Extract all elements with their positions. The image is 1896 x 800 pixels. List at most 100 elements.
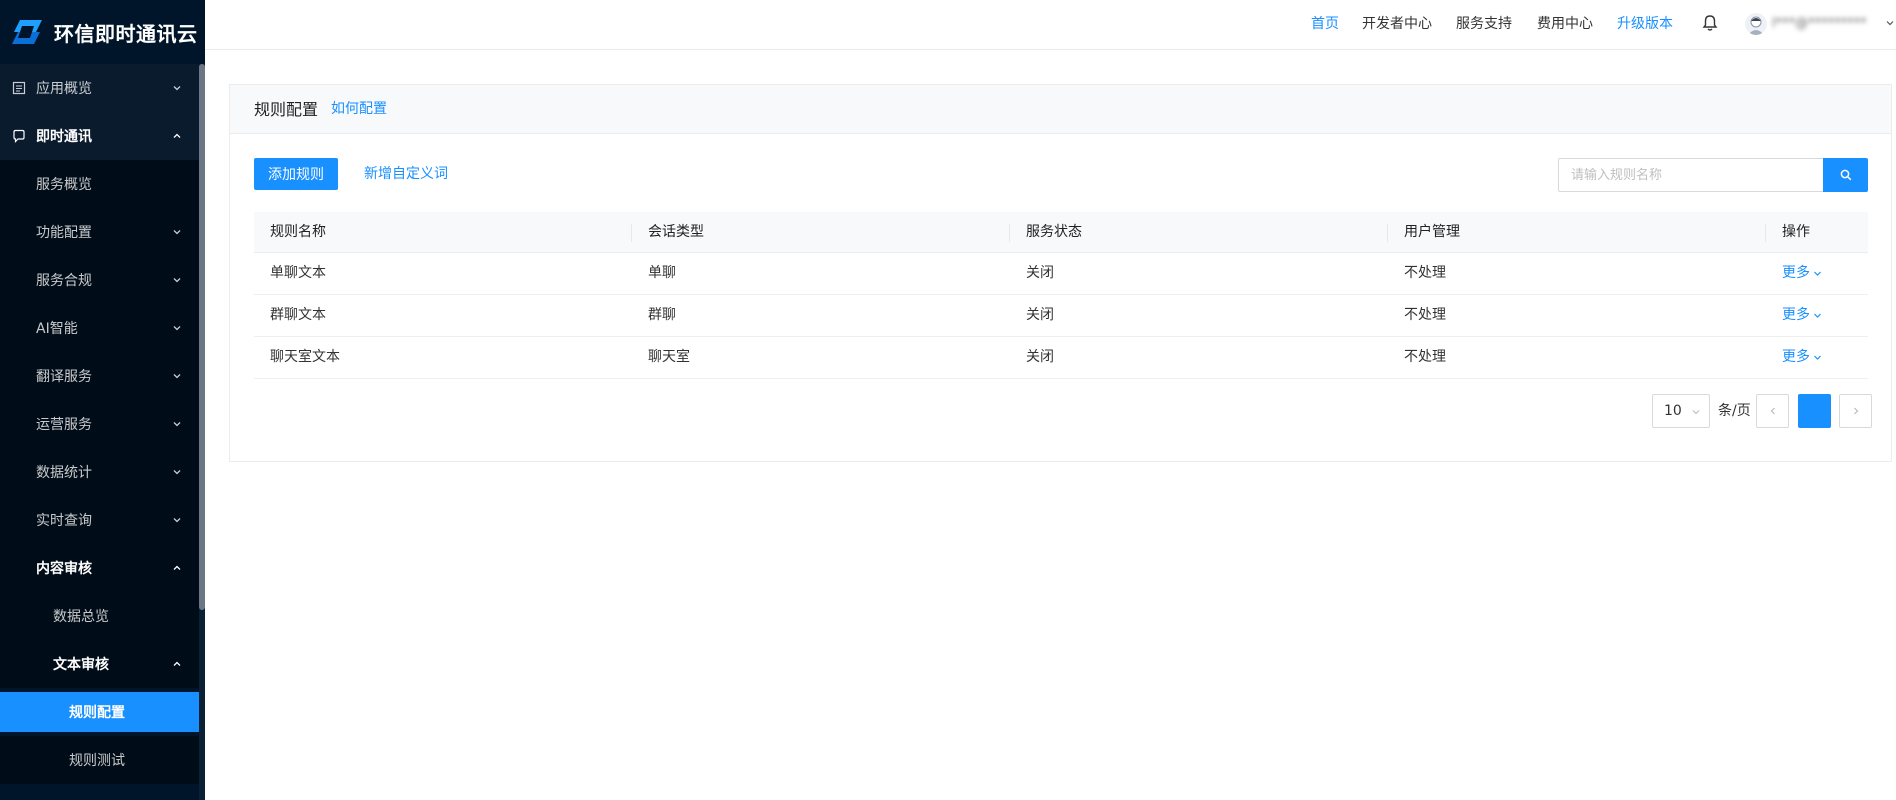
actions-cell: 更多	[1766, 253, 1868, 294]
sidebar-item-feature-config[interactable]: 功能配置	[0, 208, 199, 256]
page-size-value: 10	[1664, 403, 1682, 419]
sidebar-scrollbar-thumb[interactable]	[199, 64, 205, 610]
sidebar-item-label: 运营服务	[36, 417, 92, 433]
brand-name: 环信即时通讯云	[54, 21, 198, 46]
sidebar-item-compliance[interactable]: 服务合规	[0, 256, 199, 304]
table-row: 单聊文本 单聊 关闭 不处理 更多	[254, 253, 1868, 295]
sidebar-item-label: 内容审核	[36, 561, 92, 577]
search-button[interactable]	[1823, 158, 1868, 192]
chevron-up-icon	[173, 565, 181, 570]
table-row: 聊天室文本 聊天室 关闭 不处理 更多	[254, 337, 1868, 379]
chevron-down-icon	[173, 230, 181, 235]
avatar[interactable]	[1745, 13, 1767, 35]
page-title: 规则配置	[254, 100, 319, 119]
chevron-down-icon	[1692, 410, 1700, 415]
rule-config-card: 规则配置 如何配置 添加规则 新增自定义词 规则名称 会话类型 服务状态 用户管…	[229, 84, 1892, 462]
sidebar-item-label: 服务概览	[36, 177, 92, 193]
sidebar-item-label: 服务合规	[36, 273, 92, 289]
app-overview-icon	[12, 81, 26, 95]
chevron-down-icon	[1814, 313, 1821, 318]
user-management-cell: 不处理	[1404, 307, 1446, 323]
page-number-button[interactable]	[1798, 394, 1831, 428]
session-type-cell: 聊天室	[648, 349, 690, 365]
service-status-cell: 关闭	[1026, 349, 1054, 365]
sidebar-item-label: 规则配置	[69, 705, 125, 721]
nav-service-support-link[interactable]: 服务支持	[1456, 0, 1512, 48]
user-management-cell: 不处理	[1404, 349, 1446, 365]
sidebar-item-operations[interactable]: 运营服务	[0, 400, 199, 448]
nav-home-link[interactable]: 首页	[1311, 0, 1339, 48]
chevron-down-icon	[173, 518, 181, 523]
per-page-label: 条/页	[1718, 403, 1751, 419]
nav-upgrade-link[interactable]: 升级版本	[1617, 0, 1673, 48]
sidebar-item-service-overview[interactable]: 服务概览	[0, 160, 199, 208]
chevron-down-icon	[173, 374, 181, 379]
sidebar-item-label: 文本审核	[53, 657, 109, 673]
nav-developer-center-link[interactable]: 开发者中心	[1362, 0, 1432, 48]
sidebar-scrollbar[interactable]	[199, 64, 205, 800]
bell-icon[interactable]	[1702, 14, 1718, 32]
chevron-left-icon	[1770, 407, 1775, 415]
chevron-down-icon	[173, 470, 181, 475]
sidebar: 环信即时通讯云 应用概览 即时通讯 服务概览 功能配置 服务合规 AI智能 翻译…	[0, 0, 205, 800]
rules-table: 规则名称 会话类型 服务状态 用户管理 操作 单聊文本 单聊 关闭 不处理 更多…	[254, 212, 1868, 379]
more-actions-dropdown[interactable]: 更多	[1782, 253, 1822, 294]
add-custom-word-button[interactable]: 新增自定义词	[364, 158, 448, 190]
column-header-session-type: 会话类型	[632, 212, 1010, 252]
more-actions-dropdown[interactable]: 更多	[1782, 337, 1822, 378]
user-management-cell: 不处理	[1404, 265, 1446, 281]
chevron-down-icon	[1814, 271, 1821, 276]
username[interactable]: l***@*********	[1772, 0, 1867, 48]
sidebar-item-rule-test[interactable]: 规则测试	[0, 736, 199, 784]
sidebar-item-label: 实时查询	[36, 513, 92, 529]
actions-cell: 更多	[1766, 295, 1868, 336]
sidebar-item-realtime-query[interactable]: 实时查询	[0, 496, 199, 544]
column-header-service-status: 服务状态	[1010, 212, 1388, 252]
session-type-cell: 单聊	[648, 265, 676, 281]
brand[interactable]: 环信即时通讯云	[0, 0, 205, 64]
more-actions-dropdown[interactable]: 更多	[1782, 295, 1822, 336]
chevron-down-icon[interactable]	[1885, 18, 1895, 28]
sidebar-item-content-moderation[interactable]: 内容审核	[0, 544, 199, 592]
sidebar-item-label: AI智能	[36, 321, 78, 337]
sidebar-item-label: 翻译服务	[36, 369, 92, 385]
chevron-down-icon	[1814, 355, 1821, 360]
session-type-cell: 群聊	[648, 307, 676, 323]
sidebar-item-im[interactable]: 即时通讯	[0, 112, 199, 160]
sidebar-item-app-overview[interactable]: 应用概览	[0, 64, 199, 112]
service-status-cell: 关闭	[1026, 265, 1054, 281]
sidebar-item-text-moderation[interactable]: 文本审核	[0, 640, 199, 688]
chevron-up-icon	[173, 133, 181, 138]
sidebar-item-data-overview[interactable]: 数据总览	[0, 592, 199, 640]
prev-page-button[interactable]	[1756, 394, 1789, 428]
column-header-rule-name: 规则名称	[254, 212, 632, 252]
brand-logo-icon	[12, 20, 42, 44]
next-page-button[interactable]	[1839, 394, 1872, 428]
chevron-up-icon	[173, 661, 181, 666]
how-to-config-link[interactable]: 如何配置	[331, 85, 387, 134]
chevron-down-icon	[173, 278, 181, 283]
page-size-select[interactable]: 10	[1652, 394, 1710, 428]
nav-billing-center-link[interactable]: 费用中心	[1537, 0, 1593, 48]
table-header: 规则名称 会话类型 服务状态 用户管理 操作	[254, 212, 1868, 253]
sidebar-item-translation[interactable]: 翻译服务	[0, 352, 199, 400]
chevron-right-icon	[1853, 407, 1858, 415]
rule-name-cell: 单聊文本	[270, 265, 326, 281]
column-header-user-management: 用户管理	[1388, 212, 1766, 252]
chat-bubble-icon	[13, 129, 25, 143]
rule-name-cell: 聊天室文本	[270, 349, 340, 365]
rule-name-cell: 群聊文本	[270, 307, 326, 323]
card-header: 规则配置 如何配置	[230, 85, 1891, 134]
add-rule-button[interactable]: 添加规则	[254, 158, 338, 190]
sidebar-item-label: 数据总览	[53, 609, 109, 625]
top-navbar: 首页 开发者中心 服务支持 费用中心 升级版本 l***@*********	[205, 0, 1896, 50]
search-icon	[1840, 169, 1851, 181]
sidebar-item-label: 功能配置	[36, 225, 92, 241]
user-avatar-icon	[1748, 16, 1764, 35]
chevron-down-icon	[173, 326, 181, 331]
sidebar-item-label: 即时通讯	[36, 129, 92, 145]
rule-name-search-input[interactable]	[1558, 158, 1823, 192]
sidebar-item-ai[interactable]: AI智能	[0, 304, 199, 352]
sidebar-item-statistics[interactable]: 数据统计	[0, 448, 199, 496]
sidebar-item-rule-config[interactable]: 规则配置	[0, 692, 199, 732]
